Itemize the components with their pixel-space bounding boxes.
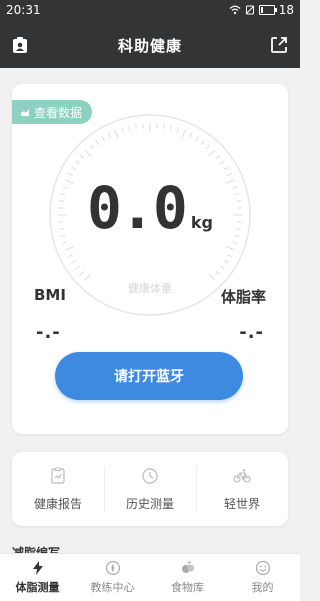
gauge-tick	[136, 124, 137, 129]
view-data-chip[interactable]: 查看数据	[12, 100, 92, 124]
view-data-label: 查看数据	[34, 104, 82, 121]
status-time: 20:31	[6, 3, 41, 17]
bottom-tab-bar: 体脂测量 教练中心 食物库 我的	[0, 553, 300, 601]
feature-health-report[interactable]: 健康报告	[12, 452, 104, 526]
gauge-tick	[115, 130, 118, 138]
gauge-tick	[201, 141, 204, 145]
gauge-tick	[72, 167, 76, 170]
gauge-tick	[65, 247, 73, 250]
gauge-tick	[80, 272, 84, 275]
report-icon	[49, 467, 67, 485]
status-icons: 18	[229, 3, 294, 17]
bicycle-icon	[233, 467, 251, 485]
gauge-tick	[216, 272, 220, 275]
feature-label: 轻世界	[224, 495, 260, 512]
chart-icon	[20, 107, 30, 117]
page-title: 科助健康	[118, 35, 182, 56]
tab-label: 我的	[252, 579, 274, 595]
gauge-tick	[76, 161, 80, 164]
body-fat-label: 体脂率	[221, 286, 266, 307]
gauge-tick	[96, 141, 99, 145]
battery-icon	[259, 5, 275, 15]
no-sim-icon	[245, 5, 255, 15]
tab-label: 教练中心	[91, 579, 135, 595]
gauge-tick	[122, 128, 124, 133]
body-fat-value: -.-	[239, 322, 264, 343]
share-icon[interactable]	[270, 36, 288, 54]
gauge-tick	[224, 260, 228, 263]
feature-light-world[interactable]: 轻世界	[196, 452, 288, 526]
gauge-tick	[76, 266, 80, 269]
gauge-tick	[177, 128, 179, 133]
tab-food-library[interactable]: 食物库	[150, 554, 225, 601]
status-bar: 20:31 18	[0, 0, 300, 22]
tab-label: 体脂测量	[16, 579, 60, 595]
gauge-tick	[72, 260, 76, 263]
gauge-tick	[224, 167, 228, 170]
gauge-tick	[216, 155, 220, 158]
feature-history[interactable]: 历史测量	[104, 452, 196, 526]
food-icon	[180, 560, 196, 576]
profile-card-icon[interactable]	[12, 36, 28, 54]
lightning-icon	[30, 560, 46, 576]
feature-label: 健康报告	[34, 495, 82, 512]
bmi-value: -.-	[36, 322, 61, 343]
measurement-card: 查看数据 0.0 kg 健康体重 BMI -.- 体脂率 -.- 请打开蓝牙	[12, 84, 288, 434]
gauge-tick	[195, 137, 198, 141]
weight-unit: kg	[191, 213, 213, 232]
gauge-tick	[90, 145, 93, 149]
gauge-tick	[164, 124, 165, 129]
bmi-label: BMI	[34, 286, 66, 304]
gauge-tick	[227, 247, 235, 250]
enable-bluetooth-button[interactable]: 请打开蓝牙	[55, 352, 243, 400]
weight-display: 0.0 kg	[12, 174, 288, 242]
gauge-tick	[85, 150, 91, 156]
gauge-tick	[209, 150, 215, 156]
app-header: 科助健康	[0, 22, 300, 68]
gauge-tick	[182, 130, 185, 138]
tab-mine[interactable]: 我的	[225, 554, 300, 601]
clock-icon	[141, 467, 159, 485]
tab-coach[interactable]: 教练中心	[75, 554, 150, 601]
gauge-tick	[233, 242, 238, 244]
smile-icon	[255, 560, 271, 576]
gauge-tick	[207, 145, 210, 149]
weight-value: 0.0	[87, 174, 186, 242]
gauge-tick	[80, 155, 84, 158]
coach-icon	[105, 560, 121, 576]
tab-body-fat[interactable]: 体脂测量	[0, 554, 75, 601]
gauge-tick	[220, 266, 224, 269]
gauge-tick	[228, 254, 232, 256]
gauge-tick	[63, 242, 68, 244]
gauge-tick	[129, 126, 130, 131]
wifi-icon	[229, 5, 241, 15]
gauge-tick	[68, 254, 72, 256]
tab-label: 食物库	[171, 579, 204, 595]
battery-level: 18	[279, 3, 294, 17]
gauge-tick	[170, 126, 171, 131]
feature-label: 历史测量	[126, 495, 174, 512]
gauge-tick	[220, 161, 224, 164]
feature-bar: 健康报告 历史测量 轻世界	[12, 452, 288, 526]
gauge-tick	[108, 133, 110, 137]
gauge-tick	[189, 133, 191, 137]
gauge-tick	[102, 137, 105, 141]
